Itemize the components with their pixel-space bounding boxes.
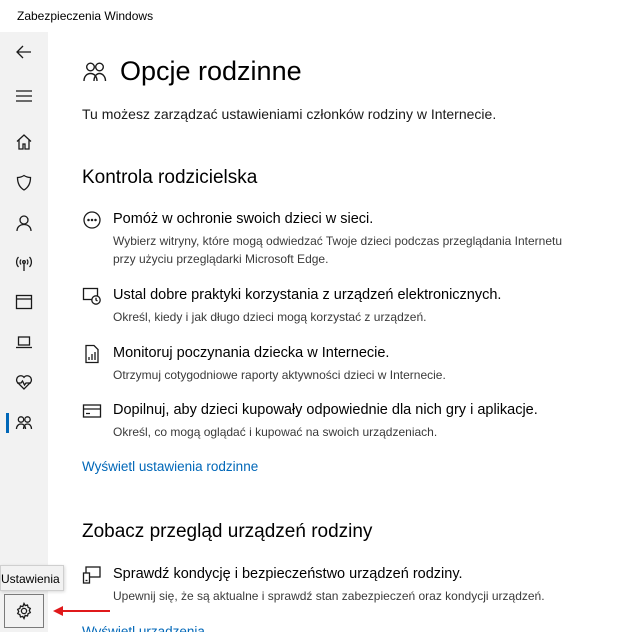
- item-description: Wybierz witryny, które mogą odwiedzać Tw…: [113, 234, 563, 266]
- item-title: Ustal dobre praktyki korzystania z urząd…: [113, 287, 502, 303]
- page-description: Tu możesz zarządzać ustawieniami członkó…: [82, 106, 497, 122]
- view-family-settings-link[interactable]: Wyświetl ustawienia rodzinne: [82, 459, 258, 474]
- back-button[interactable]: [0, 32, 48, 72]
- item-description: Upewnij się, że są aktualne i sprawdź st…: [113, 589, 545, 603]
- page-title: Opcje rodzinne: [120, 56, 302, 86]
- activity-report-icon: [82, 344, 102, 364]
- nav-home[interactable]: [0, 122, 48, 162]
- screen-time-icon: [82, 286, 102, 306]
- menu-icon: [16, 90, 32, 102]
- nav-firewall-network[interactable]: [0, 243, 48, 283]
- nav-device-security[interactable]: [0, 322, 48, 362]
- item-title: Sprawdź kondycję i bezpieczeństwo urządz…: [113, 566, 463, 582]
- web-icon: [82, 210, 102, 230]
- main-content: Opcje rodzinne Tu możesz zarządzać ustaw…: [48, 32, 630, 632]
- nav-account[interactable]: [0, 203, 48, 243]
- item-title: Dopilnuj, aby dzieci kupowały odpowiedni…: [113, 402, 538, 418]
- gear-icon: [16, 602, 32, 620]
- item-title: Monitoruj poczynania dziecka w Interneci…: [113, 345, 390, 361]
- app-browser-icon: [15, 294, 33, 310]
- health-icon: [15, 375, 33, 390]
- shield-icon: [16, 174, 32, 191]
- parental-item-web-protection: Pomóż w ochronie swoich dzieci w sieci. …: [82, 210, 612, 270]
- back-icon: [16, 45, 31, 59]
- sidebar: [0, 32, 48, 632]
- parental-item-purchases: Dopilnuj, aby dzieci kupowały odpowiedni…: [82, 401, 612, 441]
- nav-device-health[interactable]: [0, 362, 48, 402]
- family-icon: [15, 416, 33, 430]
- item-description: Otrzymuj cotygodniowe raporty aktywności…: [113, 368, 446, 382]
- devices-item-health: Sprawdź kondycję i bezpieczeństwo urządz…: [82, 565, 612, 605]
- item-description: Określ, kiedy i jak długo dzieci mogą ko…: [113, 310, 427, 324]
- network-icon: [16, 256, 32, 271]
- item-description: Określ, co mogą oglądać i kupować na swo…: [113, 425, 438, 439]
- item-title: Pomóż w ochronie swoich dzieci w sieci.: [113, 211, 374, 227]
- title-bar: Zabezpieczenia Windows: [0, 0, 630, 32]
- credit-card-icon: [82, 401, 102, 421]
- parental-item-screen-time: Ustal dobre praktyki korzystania z urząd…: [82, 286, 612, 326]
- nav-app-browser[interactable]: [0, 282, 48, 322]
- window-title: Zabezpieczenia Windows: [17, 9, 154, 23]
- page-header: Opcje rodzinne: [82, 56, 302, 87]
- nav-family-options[interactable]: [0, 403, 48, 443]
- account-icon: [16, 215, 32, 232]
- parental-controls-heading: Kontrola rodzicielska: [82, 167, 258, 188]
- home-icon: [16, 134, 32, 150]
- parental-item-activity: Monitoruj poczynania dziecka w Interneci…: [82, 344, 612, 384]
- settings-button[interactable]: [4, 594, 44, 628]
- view-devices-link[interactable]: Wyświetl urządzenia: [82, 624, 205, 632]
- devices-icon: [82, 565, 102, 585]
- nav-virus-protection[interactable]: [0, 163, 48, 203]
- device-security-icon: [16, 336, 32, 349]
- menu-button[interactable]: [0, 76, 48, 116]
- family-devices-heading: Zobacz przegląd urządzeń rodziny: [82, 521, 373, 542]
- family-icon: [83, 61, 107, 81]
